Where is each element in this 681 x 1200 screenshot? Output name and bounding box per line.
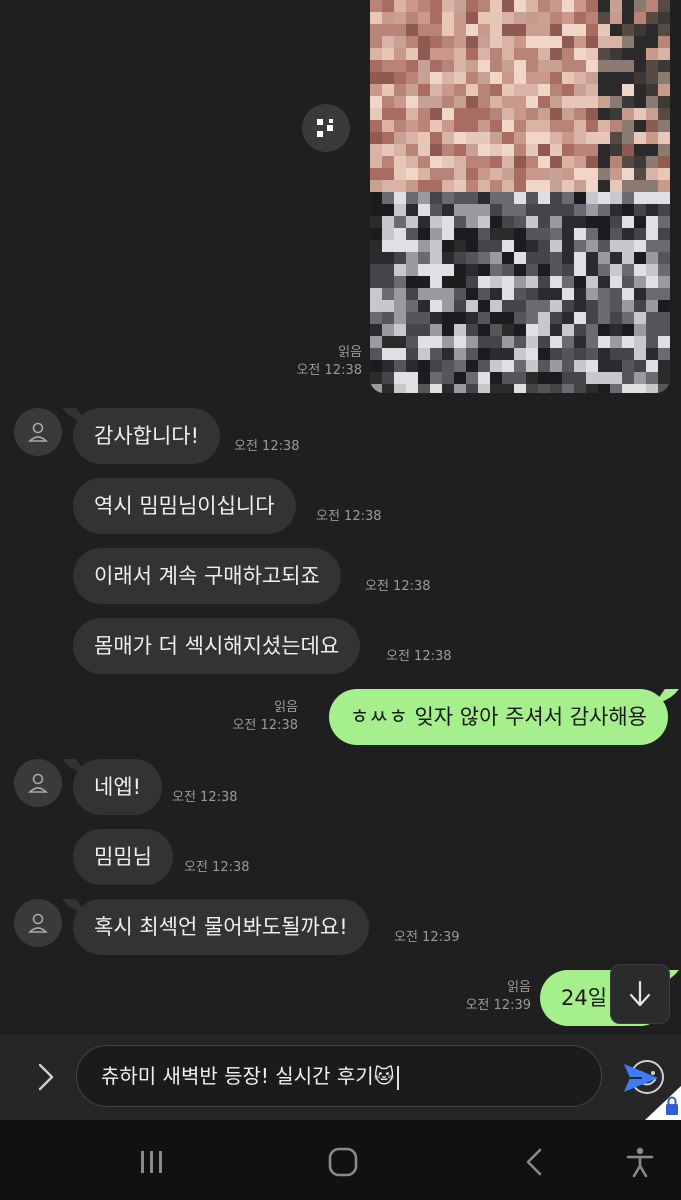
message-bubble[interactable]: 혹시 최섹언 물어봐도될까요! (73, 899, 369, 955)
lock-icon (645, 1086, 681, 1120)
read-indicator: 읽음 (507, 980, 531, 995)
arrow-down-icon (629, 980, 651, 1007)
person-icon (28, 422, 48, 442)
share-button[interactable] (302, 104, 350, 152)
timestamp: 오전 12:38 (234, 439, 300, 454)
system-navigation-bar (0, 1120, 681, 1200)
message-bubble[interactable]: 몸매가 더 섹시해지셨는데요 (73, 618, 361, 674)
input-bar: 츄하미 새벽반 등장! 실시간 후기🐱 (0, 1035, 681, 1120)
message-bubble[interactable]: 이래서 계속 구매하고되죠 (73, 548, 341, 604)
timestamp: 오전 12:38 (184, 860, 250, 875)
photo-meta: 읽음 오전 12:38 (296, 344, 362, 380)
message-bubble[interactable]: 밈밈님 (73, 829, 173, 885)
back-button[interactable] (512, 1140, 556, 1184)
home-icon (328, 1147, 358, 1177)
message-input[interactable]: 츄하미 새벽반 등장! 실시간 후기🐱 (76, 1045, 664, 1107)
text-caret (396, 1065, 399, 1090)
my-message-bubble[interactable]: ㅎㅆㅎ 잊자 않아 주셔서 감사해용 (328, 689, 668, 745)
accessibility-button[interactable] (618, 1140, 662, 1184)
recent-apps-button[interactable] (130, 1140, 174, 1184)
expand-button[interactable] (26, 1057, 66, 1097)
recent-apps-icon (141, 1151, 162, 1173)
message-bubble[interactable]: 역시 밈밈님이십니다 (73, 478, 296, 534)
back-icon (526, 1148, 542, 1176)
message-input-text[interactable]: 츄하미 새벽반 등장! 실시간 후기🐱 (101, 1046, 399, 1106)
message-meta: 읽음 오전 12:39 (465, 979, 531, 1015)
chevron-right-icon (38, 1063, 54, 1091)
message-meta: 읽음 오전 12:38 (232, 699, 298, 735)
message-bubble[interactable]: 감사합니다! (73, 408, 221, 464)
timestamp: 오전 12:38 (296, 363, 362, 378)
home-button[interactable] (321, 1140, 365, 1184)
read-indicator: 읽음 (338, 345, 362, 360)
accessibility-icon (626, 1147, 654, 1178)
share-icon (317, 119, 333, 137)
avatar[interactable] (14, 408, 62, 456)
avatar[interactable] (14, 899, 62, 947)
photo-message[interactable] (370, 0, 670, 393)
read-indicator: 읽음 (274, 700, 298, 715)
person-icon (28, 773, 48, 793)
timestamp: 오전 12:39 (465, 998, 531, 1013)
scroll-to-bottom-button[interactable] (610, 964, 670, 1024)
timestamp: 오전 12:38 (172, 790, 238, 805)
person-icon (28, 913, 48, 933)
avatar[interactable] (14, 759, 62, 807)
timestamp: 오전 12:39 (394, 930, 460, 945)
timestamp: 오전 12:38 (365, 579, 431, 594)
timestamp: 오전 12:38 (386, 649, 452, 664)
chat-area[interactable]: 읽음 오전 12:38 감사합니다! 오전 12:38 역시 밈밈님이십니다 오… (0, 0, 681, 1035)
message-bubble[interactable]: 네엡! (73, 759, 163, 815)
timestamp: 오전 12:38 (232, 718, 298, 733)
timestamp: 오전 12:38 (316, 509, 382, 524)
input-value: 츄하미 새벽반 등장! 실시간 후기🐱 (101, 1064, 395, 1088)
